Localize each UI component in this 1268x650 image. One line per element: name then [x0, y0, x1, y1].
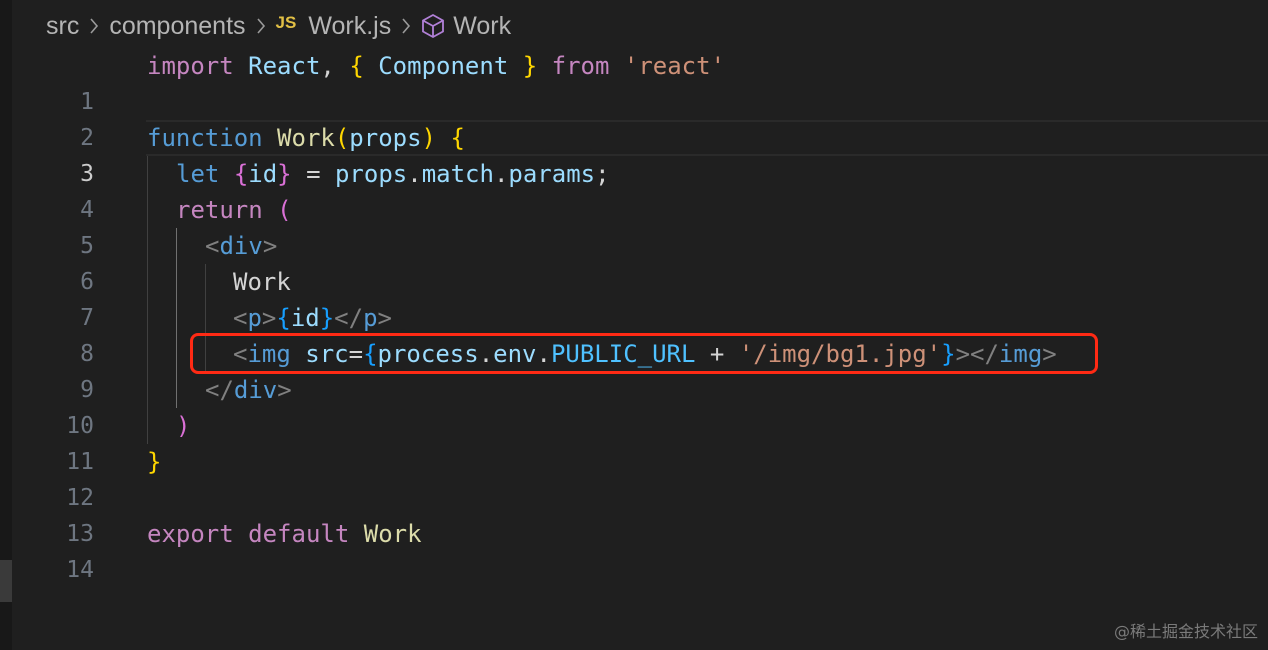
code-content: }: [147, 448, 162, 476]
breadcrumb-src[interactable]: src: [46, 12, 79, 41]
token: React: [248, 52, 321, 80]
code-content: Work: [233, 268, 291, 296]
code-editor[interactable]: 1 import React, { Component } from 'reac…: [0, 48, 1268, 608]
highlight-annotation-box: [190, 333, 1098, 374]
code-line-11[interactable]: 11 ): [0, 408, 1268, 475]
chevron-right-icon: [89, 17, 99, 35]
code-content: export default Work: [147, 520, 422, 548]
breadcrumb-components[interactable]: components: [109, 12, 245, 41]
code-line-8[interactable]: 8 <p>{id}</p>: [0, 300, 1268, 367]
code-content: ): [176, 412, 191, 440]
watermark: @稀土掘金技术社区: [1113, 622, 1258, 641]
code-line-7[interactable]: 7 Work: [0, 264, 1268, 331]
js-file-icon: JS: [275, 13, 297, 32]
code-line-5[interactable]: 5 return (: [0, 192, 1268, 259]
code-line-10[interactable]: 10 </div>: [0, 372, 1268, 439]
code-line-1[interactable]: 1 import React, { Component } from 'reac…: [0, 48, 1268, 115]
code-line-2[interactable]: 2: [0, 84, 1268, 151]
token: from: [551, 52, 610, 80]
code-line-13[interactable]: 13: [0, 480, 1268, 547]
breadcrumb-file[interactable]: Work.js: [308, 12, 391, 41]
code-content: function Work(props) {: [147, 124, 465, 152]
chevron-right-icon: [256, 17, 266, 35]
token: 'react': [623, 52, 726, 80]
code-content: return (: [176, 196, 292, 224]
code-content: </div>: [205, 376, 292, 404]
code-line-3[interactable]: 3 function Work(props) {: [0, 120, 1268, 187]
token: import: [147, 52, 234, 80]
code-line-4[interactable]: 4 let {id} = props.match.params;: [0, 156, 1268, 223]
code-line-14[interactable]: 14 export default Work: [0, 516, 1268, 583]
code-content: import React, { Component } from 'react': [147, 52, 726, 80]
token: Component: [378, 52, 509, 80]
code-line-6[interactable]: 6 <div>: [0, 228, 1268, 295]
cube-symbol-icon: [421, 13, 445, 39]
code-content: <p>{id}</p>: [233, 304, 392, 332]
breadcrumb: src components JS Work.js Work: [46, 8, 511, 44]
code-line-12[interactable]: 12 }: [0, 444, 1268, 511]
chevron-right-icon: [401, 17, 411, 35]
breadcrumb-symbol[interactable]: Work: [453, 12, 511, 41]
code-content: let {id} = props.match.params;: [176, 160, 610, 188]
code-content: <div>: [205, 232, 278, 260]
line-number: 14: [66, 557, 94, 583]
